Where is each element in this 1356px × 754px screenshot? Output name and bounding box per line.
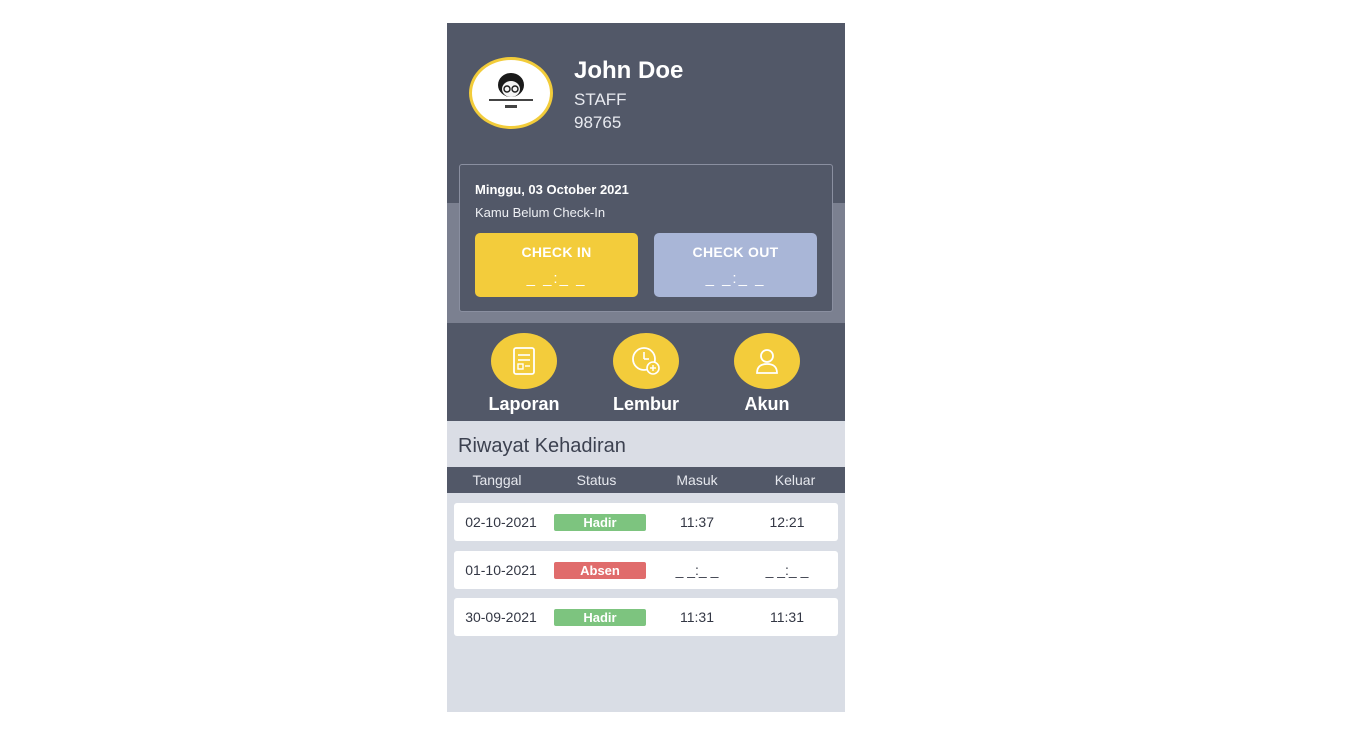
menu-item-akun[interactable]: Akun xyxy=(712,333,822,415)
table-row[interactable]: 30-09-2021 Hadir 11:31 11:31 xyxy=(454,598,838,636)
profile-employee-id: 98765 xyxy=(574,113,622,132)
row-check-out: 12:21 xyxy=(769,514,805,530)
profile-name: John Doe xyxy=(574,57,684,84)
row-date: 01-10-2021 xyxy=(465,562,537,578)
attendance-date: Minggu, 03 October 2021 xyxy=(475,182,629,197)
menu-item-laporan[interactable]: Laporan xyxy=(469,333,579,415)
table-row[interactable]: 02-10-2021 Hadir 11:37 12:21 xyxy=(454,503,838,541)
status-badge: Hadir xyxy=(554,514,646,531)
check-out-time: _ _:_ _ xyxy=(705,270,766,287)
profile-role: STAFF xyxy=(574,90,627,109)
menu-circle-akun xyxy=(734,333,800,389)
row-date: 02-10-2021 xyxy=(465,514,537,530)
check-out-button[interactable]: CHECK OUT _ _:_ _ xyxy=(654,233,817,297)
history-title: Riwayat Kehadiran xyxy=(458,435,626,457)
report-document-icon xyxy=(513,347,535,375)
user-account-icon xyxy=(756,349,778,374)
check-in-time: _ _:_ _ xyxy=(526,270,587,287)
history-table-header: Tanggal Status Masuk Keluar xyxy=(447,467,845,493)
menu-circle-laporan xyxy=(491,333,557,389)
table-row[interactable]: 01-10-2021 Absen _ _:_ _ _ _:_ _ xyxy=(454,551,838,589)
menu-item-lembur[interactable]: Lembur xyxy=(591,333,701,415)
profile-avatar[interactable] xyxy=(469,57,553,129)
column-header-keluar: Keluar xyxy=(774,472,816,488)
app-screen: John Doe STAFF 98765 Minggu, 03 October … xyxy=(447,23,845,712)
status-badge: Hadir xyxy=(554,609,646,626)
clock-add-icon xyxy=(632,347,660,375)
menu-label-akun: Akun xyxy=(744,394,790,414)
column-header-tanggal: Tanggal xyxy=(472,472,522,488)
history-header: Riwayat Kehadiran xyxy=(447,424,845,467)
status-badge: Absen xyxy=(554,562,646,579)
check-out-label: CHECK OUT xyxy=(692,244,779,260)
attendance-card: Minggu, 03 October 2021 Kamu Belum Check… xyxy=(459,164,833,312)
person-avatar-icon xyxy=(489,73,533,108)
row-check-out: _ _:_ _ xyxy=(765,562,809,578)
menu-label-laporan: Laporan xyxy=(488,394,560,414)
check-in-button[interactable]: CHECK IN _ _:_ _ xyxy=(475,233,638,297)
row-check-in: _ _:_ _ xyxy=(675,562,719,578)
column-header-status: Status xyxy=(576,472,617,488)
menu-circle-lembur xyxy=(613,333,679,389)
row-check-out: 11:31 xyxy=(770,609,804,625)
quick-menu: Laporan Lembur Akun xyxy=(447,323,845,421)
row-check-in: 11:31 xyxy=(680,609,714,625)
row-check-in: 11:37 xyxy=(680,514,714,530)
column-header-masuk: Masuk xyxy=(676,472,718,488)
menu-label-lembur: Lembur xyxy=(612,394,679,414)
attendance-status-text: Kamu Belum Check-In xyxy=(475,205,606,220)
row-date: 30-09-2021 xyxy=(465,609,537,625)
check-in-label: CHECK IN xyxy=(521,244,592,260)
